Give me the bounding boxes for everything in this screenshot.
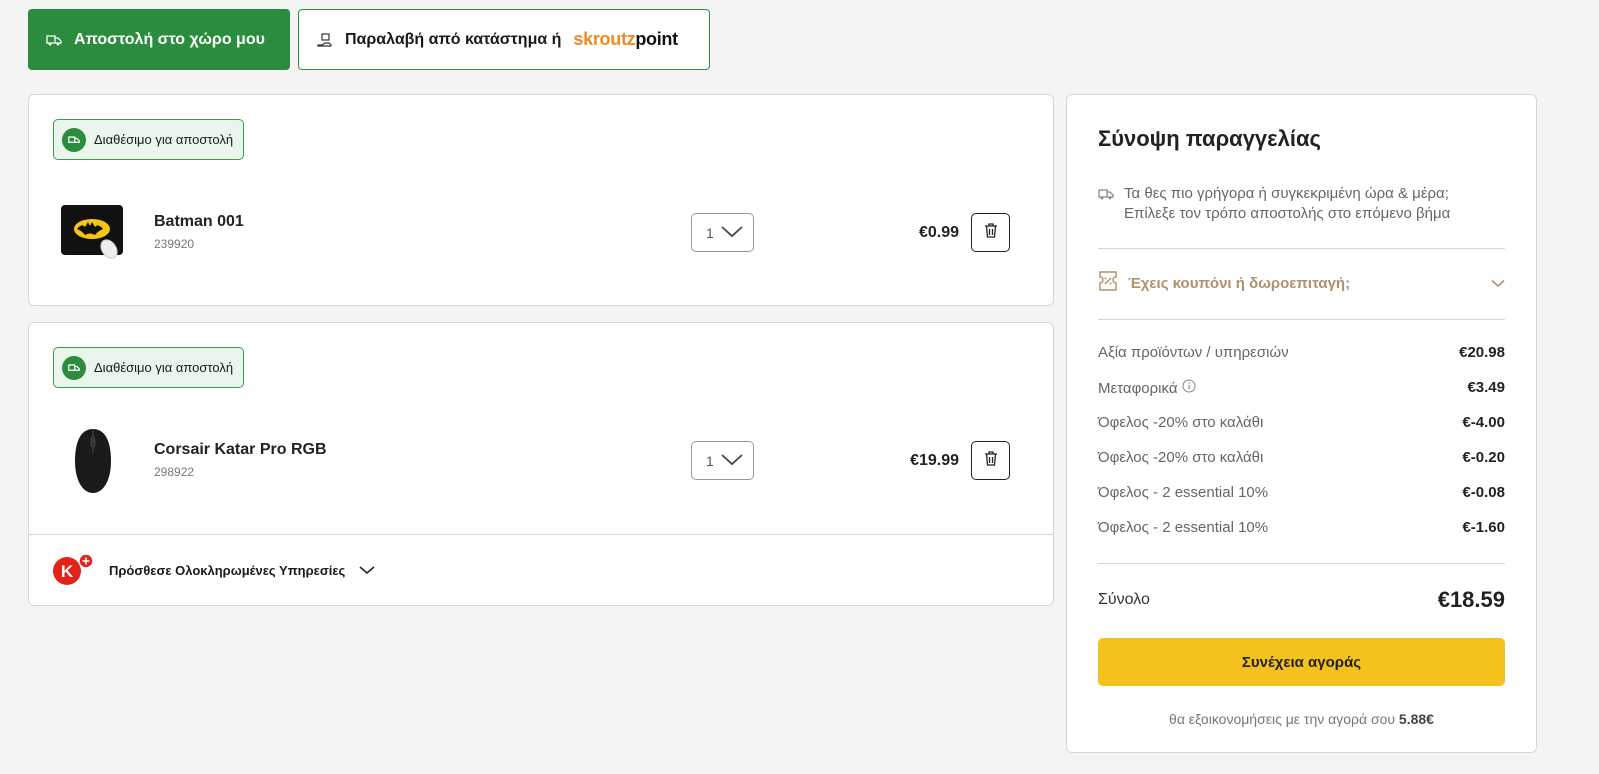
- summary-row-label-wrap: Μεταφορικά: [1098, 379, 1196, 397]
- product-price: €0.99: [918, 224, 959, 241]
- pickup-hand-icon: [317, 32, 333, 48]
- product-image-mouse: [57, 425, 129, 497]
- divider: [1098, 563, 1505, 564]
- chevron-down-icon: [1491, 275, 1505, 292]
- coupon-icon: [1098, 270, 1118, 296]
- product-sku: 298922: [154, 465, 195, 479]
- services-logo-letter: K: [61, 562, 74, 581]
- quantity-value: 1: [706, 452, 714, 469]
- divider: [1098, 319, 1505, 320]
- chevron-down-icon: [359, 563, 375, 578]
- summary-row-value: €-4.00: [1462, 414, 1505, 431]
- summary-row-label: Όφελος -20% στο καλάθι: [1098, 414, 1264, 431]
- summary-row-label: Όφελος - 2 essential 10%: [1098, 519, 1269, 536]
- coupon-label: Έχεις κουπόνι ή δωροεπιταγή;: [1128, 274, 1351, 292]
- continue-checkout-button[interactable]: Συνέχεια αγοράς: [1098, 638, 1505, 686]
- info-icon[interactable]: [1182, 379, 1196, 397]
- tab-home-delivery-label: Αποστολή στο χώρο μου: [74, 30, 265, 48]
- delivery-method-tabs: Αποστολή στο χώρο μου Παραλαβή από κατάσ…: [28, 9, 710, 70]
- truck-icon: [62, 355, 86, 380]
- summary-row-discount: Όφελος - 2 essential 10% €-0.08: [1098, 484, 1505, 501]
- order-total: Σύνολο €18.59: [1098, 587, 1505, 613]
- truck-icon: [46, 32, 62, 48]
- product-name[interactable]: Batman 001: [154, 213, 244, 231]
- total-label: Σύνολο: [1098, 591, 1150, 608]
- availability-label: Διαθέσιμο για αποστολή: [94, 132, 234, 147]
- summary-row-value: €-1.60: [1462, 519, 1505, 536]
- coupon-toggle[interactable]: Έχεις κουπόνι ή δωροεπιταγή;: [1098, 268, 1505, 298]
- trash-icon: [984, 450, 998, 471]
- order-summary-panel: Σύνοψη παραγγελίας Τα θες πιο γρήγορα ή …: [1066, 94, 1537, 753]
- savings-amount: 5.88€: [1398, 711, 1434, 727]
- summary-row-value: €3.49: [1467, 379, 1505, 396]
- chevron-down-icon: [720, 452, 744, 469]
- availability-badge: Διαθέσιμο για αποστολή: [53, 119, 245, 160]
- cart-item: Διαθέσιμο για αποστολή Corsair Katar Pro…: [28, 322, 1054, 606]
- summary-row-subtotal: Αξία προϊόντων / υπηρεσιών €20.98: [1098, 344, 1505, 361]
- product-price: €19.99: [910, 452, 959, 469]
- quantity-select[interactable]: 1: [691, 441, 754, 480]
- summary-row-shipping: Μεταφορικά €3.49: [1098, 379, 1505, 397]
- trash-icon: [984, 222, 998, 243]
- savings-note: θα εξοικονομήσεις με την αγορά σου 5.88€: [1098, 711, 1505, 727]
- add-services-label: Πρόσθεσε Ολοκληρωμένες Υπηρεσίες: [109, 562, 346, 578]
- product-sku: 239920: [154, 237, 195, 251]
- summary-row-value: €20.98: [1459, 344, 1505, 361]
- skroutz-point-logo: skroutzpoint: [573, 29, 678, 49]
- summary-row-discount: Όφελος -20% στο καλάθι €-0.20: [1098, 449, 1505, 466]
- summary-row-label: Μεταφορικά: [1098, 379, 1178, 397]
- availability-label: Διαθέσιμο για αποστολή: [94, 360, 234, 375]
- savings-text: θα εξοικονομήσεις με την αγορά σου: [1169, 711, 1396, 727]
- truck-icon: [1098, 184, 1114, 224]
- summary-row-discount: Όφελος -20% στο καλάθι €-4.00: [1098, 414, 1505, 431]
- total-value: €18.59: [1437, 587, 1505, 612]
- remove-item-button[interactable]: [971, 441, 1010, 480]
- tab-home-delivery[interactable]: Αποστολή στο χώρο μου: [28, 9, 290, 70]
- order-summary-title: Σύνοψη παραγγελίας: [1098, 126, 1321, 151]
- summary-row-value: €-0.08: [1462, 484, 1505, 501]
- tab-store-pickup-label: Παραλαβή από κατάστημα ή: [345, 30, 562, 48]
- shipping-note-line2: Επίλεξε τον τρόπο αποστολής στο επόμενο …: [1124, 205, 1451, 222]
- summary-row-label: Όφελος - 2 essential 10%: [1098, 484, 1269, 501]
- summary-row-value: €-0.20: [1462, 449, 1505, 466]
- shipping-note: Τα θες πιο γρήγορα ή συγκεκριμένη ώρα & …: [1098, 184, 1450, 224]
- tab-store-pickup[interactable]: Παραλαβή από κατάστημα ή skroutzpoint: [298, 9, 710, 70]
- summary-row-label: Όφελος -20% στο καλάθι: [1098, 449, 1264, 466]
- summary-row-discount: Όφελος - 2 essential 10% €-1.60: [1098, 519, 1505, 536]
- quantity-select[interactable]: 1: [691, 213, 754, 252]
- availability-badge: Διαθέσιμο για αποστολή: [53, 347, 245, 388]
- divider: [1098, 248, 1505, 249]
- product-image-mousepad: [57, 199, 129, 271]
- truck-icon: [62, 127, 86, 152]
- services-plus-logo: K: [53, 553, 95, 587]
- product-name[interactable]: Corsair Katar Pro RGB: [154, 441, 327, 459]
- chevron-down-icon: [720, 224, 744, 241]
- cart-item: Διαθέσιμο για αποστολή Batman 001 239920…: [28, 94, 1054, 306]
- shipping-note-line1: Τα θες πιο γρήγορα ή συγκεκριμένη ώρα & …: [1124, 185, 1449, 202]
- add-services-toggle[interactable]: K Πρόσθεσε Ολοκληρωμένες Υπηρεσίες: [29, 534, 1053, 605]
- quantity-value: 1: [706, 224, 714, 241]
- summary-row-label: Αξία προϊόντων / υπηρεσιών: [1098, 344, 1289, 361]
- remove-item-button[interactable]: [971, 213, 1010, 252]
